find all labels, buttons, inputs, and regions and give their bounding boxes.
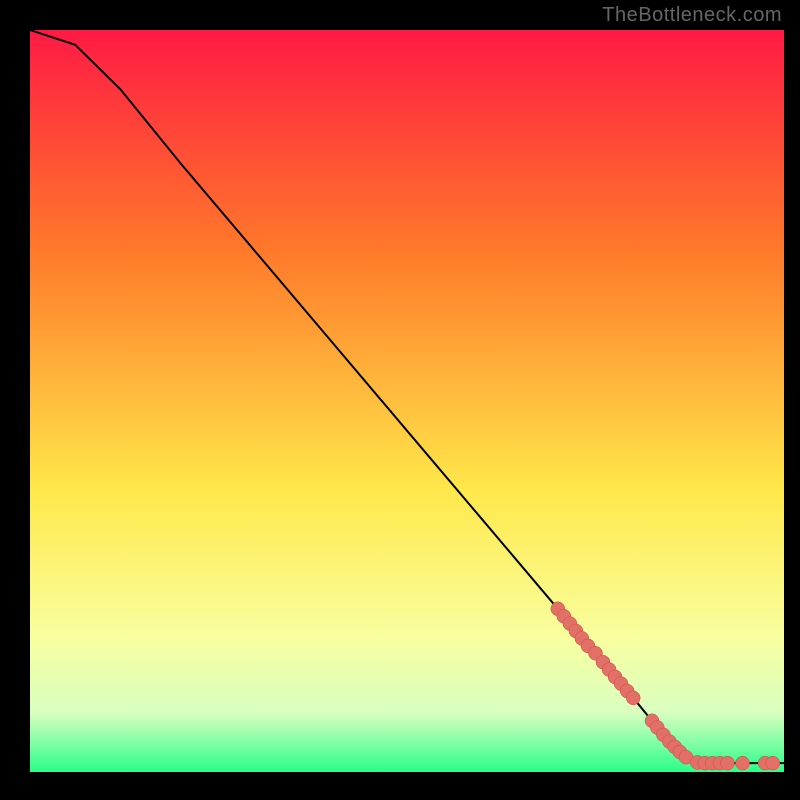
data-marker	[626, 691, 640, 705]
chart-plot-area	[30, 30, 784, 772]
data-marker	[766, 756, 780, 770]
data-marker	[736, 756, 750, 770]
watermark-text: TheBottleneck.com	[602, 4, 782, 27]
chart-svg	[30, 30, 784, 772]
gradient-background	[30, 30, 784, 772]
data-marker	[721, 756, 735, 770]
